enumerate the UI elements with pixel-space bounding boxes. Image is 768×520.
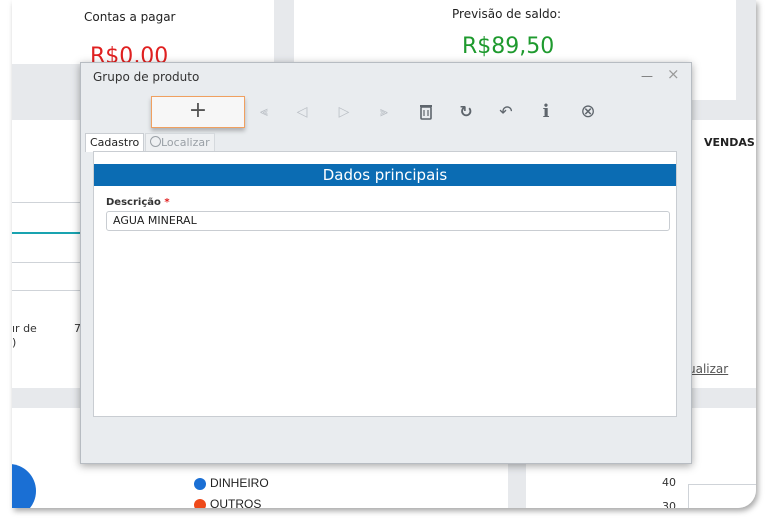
undo-icon[interactable]: ↶ [495, 100, 517, 124]
dialog-title: Grupo de produto [93, 70, 200, 84]
descricao-input[interactable]: AGUA MINERAL [106, 211, 670, 231]
dialog-titlebar: Grupo de produto — × [81, 63, 691, 91]
contas-pagar-label: Contas a pagar [84, 10, 176, 24]
first-record-icon[interactable]: ⫷ [253, 100, 275, 124]
refresh-icon[interactable]: ↻ [455, 100, 477, 124]
vendas-panel: VENDAS ualizar [688, 120, 756, 388]
contas-pagar-card: Contas a pagar R$0,00 [12, 0, 274, 69]
tab-localizar-label: Localizar [161, 136, 210, 149]
descricao-label: Descrição * [106, 197, 170, 208]
grupo-produto-dialog: Grupo de produto — × + ⫷ ◁ ▷ ⫸ ↻ ↶ i ⊗ C… [80, 62, 692, 464]
add-button[interactable]: + [151, 96, 245, 128]
required-mark: * [164, 197, 170, 208]
previous-record-icon[interactable]: ◁ [291, 100, 313, 124]
minimize-button[interactable]: — [641, 69, 653, 83]
legend-label-outros: OUTROS [210, 497, 262, 508]
legend-dot-dinheiro [194, 478, 206, 490]
legend-dot-outros [194, 499, 206, 508]
previsao-saldo-label: Previsão de saldo: [452, 7, 562, 21]
search-icon [150, 136, 161, 147]
info-icon[interactable]: i [535, 100, 557, 124]
atualizar-link[interactable]: ualizar [688, 362, 728, 376]
tab-cadastro[interactable]: Cadastro [85, 133, 145, 152]
cancel-icon[interactable]: ⊗ [577, 100, 599, 124]
section-title: Dados principais [94, 164, 676, 186]
chart-axis-box [688, 484, 756, 508]
next-record-icon[interactable]: ▷ [333, 100, 355, 124]
left-label-text: ) [12, 336, 17, 349]
legend-label-dinheiro: DINHEIRO [210, 476, 269, 490]
descricao-label-text: Descrição [106, 197, 161, 208]
delete-icon[interactable] [415, 100, 437, 124]
axis-tick-40: 40 [662, 476, 676, 489]
form-content: Dados principais Descrição * AGUA MINERA… [93, 151, 677, 417]
previsao-saldo-value: R$89,50 [462, 34, 555, 59]
axis-tick-30: 30 [662, 500, 676, 508]
last-record-icon[interactable]: ⫸ [373, 100, 395, 124]
tab-localizar[interactable]: Localizar [145, 133, 215, 152]
close-button[interactable]: × [667, 65, 680, 83]
vendas-label: VENDAS [704, 136, 755, 149]
left-label-text: ır de [12, 322, 37, 335]
pie-chart-fragment [12, 464, 36, 508]
